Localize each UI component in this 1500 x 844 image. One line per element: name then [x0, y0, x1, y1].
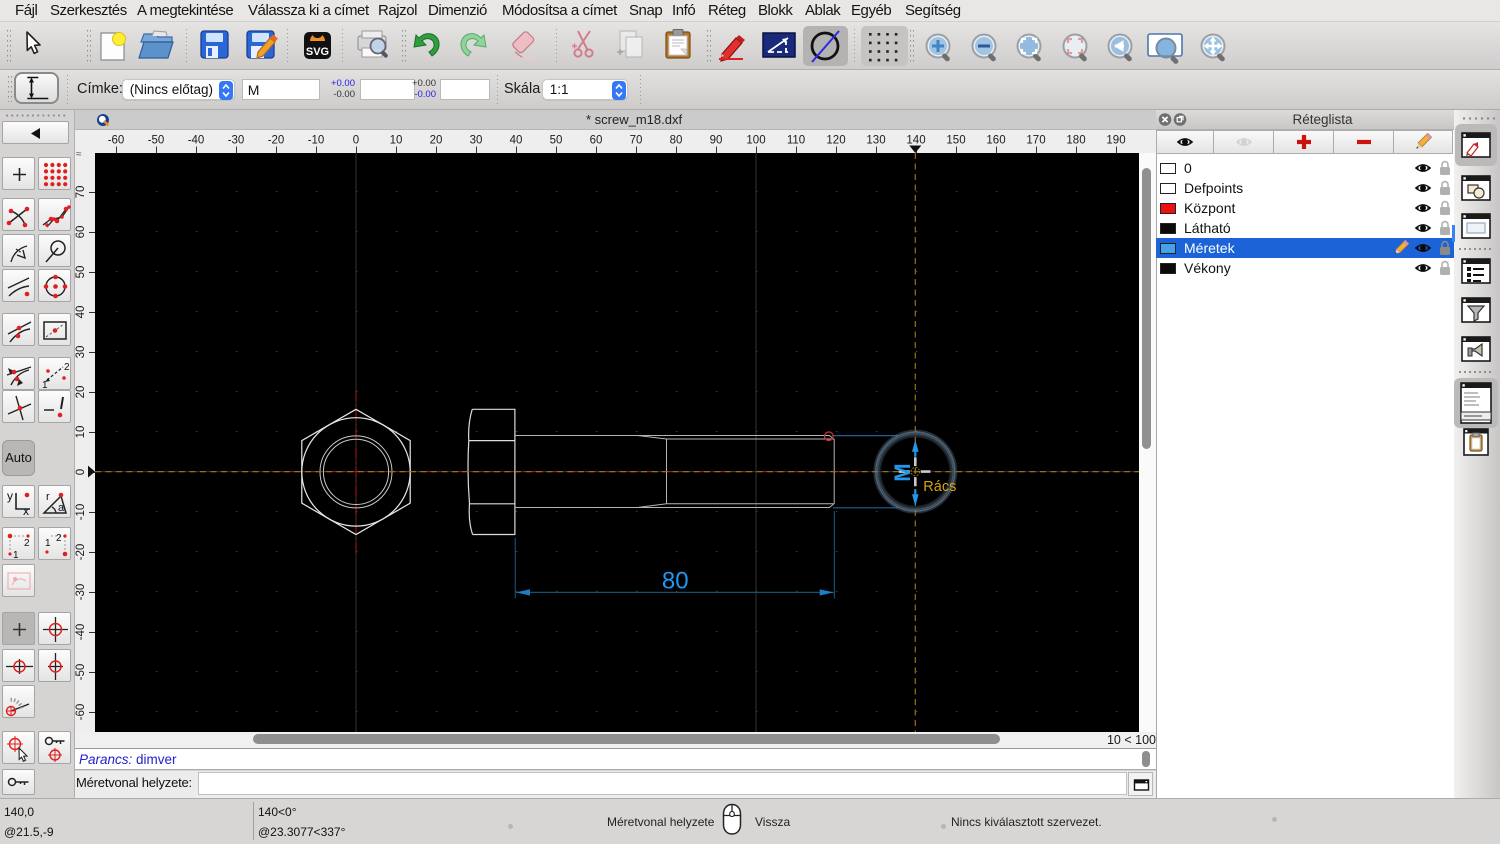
svg-text:-50: -50: [75, 664, 87, 681]
svg-text:120: 120: [826, 135, 845, 147]
svg-text:50: 50: [550, 135, 563, 147]
svg-text:0: 0: [353, 135, 359, 147]
svg-text:40: 40: [75, 306, 87, 319]
svg-text:SVG: SVG: [306, 46, 329, 58]
svg-text:1: 1: [13, 550, 19, 561]
svg-text:2: 2: [56, 533, 62, 544]
svg-text:-40: -40: [188, 135, 205, 147]
svg-text:70: 70: [630, 135, 643, 147]
svg-text:180: 180: [1066, 135, 1085, 147]
svg-text:-60: -60: [75, 704, 87, 721]
svg-text:-50: -50: [148, 135, 165, 147]
svg-text:90: 90: [710, 135, 723, 147]
svg-text:-10: -10: [308, 135, 325, 147]
svg-text:170: 170: [1026, 135, 1045, 147]
svg-text:a: a: [58, 502, 65, 514]
svg-text:r: r: [46, 491, 50, 503]
svg-text:130: 130: [866, 135, 885, 147]
svg-text:30: 30: [470, 135, 483, 147]
svg-text:140: 140: [906, 135, 925, 147]
svg-text:50: 50: [75, 266, 87, 279]
svg-text:-60: -60: [108, 135, 125, 147]
svg-text:2: 2: [24, 538, 30, 549]
svg-text:-10: -10: [75, 504, 87, 521]
svg-text:70: 70: [75, 186, 87, 199]
svg-text:100: 100: [746, 135, 765, 147]
svg-text:110: 110: [787, 135, 805, 147]
svg-text:-30: -30: [75, 584, 87, 601]
svg-text:M: M: [890, 463, 915, 481]
svg-text:40: 40: [510, 135, 523, 147]
svg-text:-30: -30: [228, 135, 245, 147]
svg-text:0: 0: [75, 469, 87, 475]
svg-text:-20: -20: [268, 135, 285, 147]
svg-text:Rács: Rács: [923, 479, 956, 495]
svg-text:20: 20: [75, 386, 87, 399]
svg-text:80: 80: [670, 135, 683, 147]
svg-text:-40: -40: [75, 624, 87, 641]
svg-text:150: 150: [946, 135, 965, 147]
svg-text:160: 160: [986, 135, 1005, 147]
svg-text:y: y: [7, 489, 13, 503]
svg-text:x: x: [23, 504, 29, 518]
svg-text:60: 60: [590, 135, 603, 147]
svg-text:30: 30: [75, 346, 87, 359]
svg-text:10: 10: [75, 426, 87, 439]
svg-text:-20: -20: [75, 544, 87, 561]
svg-text:80: 80: [662, 568, 689, 595]
svg-text:2: 2: [64, 362, 70, 373]
svg-text:1: 1: [45, 538, 51, 549]
svg-text:190: 190: [1106, 135, 1125, 147]
svg-text:20: 20: [430, 135, 443, 147]
svg-text:60: 60: [75, 226, 87, 239]
svg-text:10: 10: [390, 135, 403, 147]
